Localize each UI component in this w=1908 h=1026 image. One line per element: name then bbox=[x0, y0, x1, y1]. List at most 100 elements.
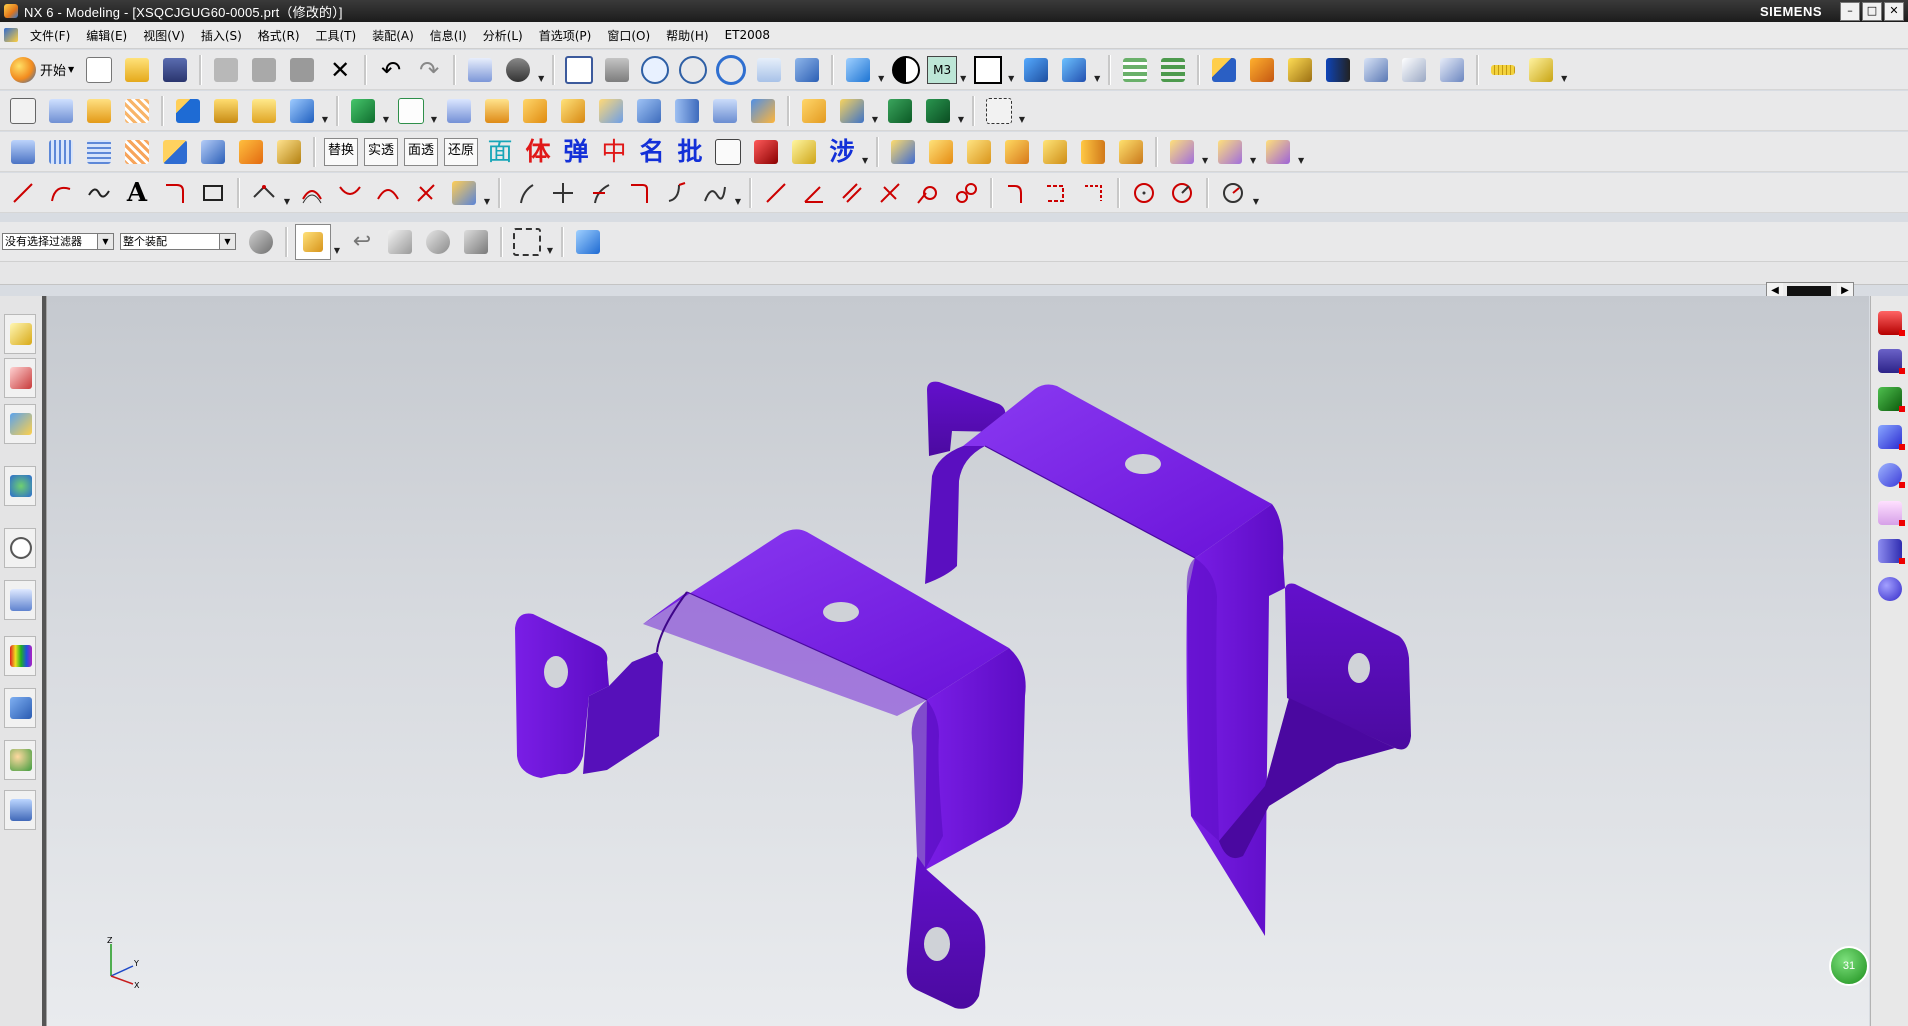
surface-button-3[interactable] bbox=[82, 135, 116, 169]
snap-point-dropdown[interactable]: ▼ bbox=[333, 225, 341, 259]
surface-button-5[interactable] bbox=[158, 135, 192, 169]
rectangle-select-button[interactable] bbox=[510, 225, 544, 259]
spring-command-button[interactable]: 弹 bbox=[560, 136, 592, 168]
cut-button[interactable] bbox=[209, 53, 243, 87]
body-command-button[interactable]: 体 bbox=[522, 136, 554, 168]
type-filter-select[interactable]: 没有选择过滤器 ▼ bbox=[2, 233, 114, 250]
blend-button[interactable] bbox=[442, 94, 476, 128]
gauge-dropdown[interactable]: ▼ bbox=[1252, 176, 1260, 210]
unite-button[interactable] bbox=[883, 94, 917, 128]
start-button[interactable]: 开始 ▼ bbox=[6, 53, 78, 87]
binoculars-button[interactable] bbox=[501, 53, 535, 87]
layer-settings-button[interactable] bbox=[1118, 53, 1152, 87]
subtract-button[interactable] bbox=[921, 94, 955, 128]
assembly-op-button-3[interactable] bbox=[1261, 135, 1295, 169]
palette-tab[interactable] bbox=[4, 636, 36, 676]
close-window-button[interactable]: ✕ bbox=[1884, 2, 1904, 21]
divide-curve-button[interactable] bbox=[622, 176, 656, 210]
curve-offset-button[interactable] bbox=[295, 176, 329, 210]
red-box-button[interactable] bbox=[749, 135, 783, 169]
menu-app-icon[interactable] bbox=[4, 28, 18, 42]
render-style-button[interactable] bbox=[889, 53, 923, 87]
menu-window[interactable]: 窗口(O) bbox=[600, 27, 659, 44]
menu-preferences[interactable]: 首选项(P) bbox=[532, 27, 601, 44]
paste-button[interactable] bbox=[285, 53, 319, 87]
selection-scope-select[interactable]: 整个装配 ▼ bbox=[120, 233, 236, 250]
face-command-button[interactable]: 面 bbox=[484, 136, 516, 168]
web-browser-tab[interactable] bbox=[4, 466, 36, 506]
cube-op-button-6[interactable] bbox=[1076, 135, 1110, 169]
sketch-corner-button[interactable] bbox=[1038, 176, 1072, 210]
sketch-line-button[interactable] bbox=[759, 176, 793, 210]
menu-assemblies[interactable]: 装配(A) bbox=[365, 27, 423, 44]
rectangle-select-dropdown[interactable]: ▼ bbox=[546, 225, 554, 259]
gauge-button[interactable] bbox=[1216, 176, 1250, 210]
front-bracket[interactable] bbox=[515, 529, 1026, 1009]
surface-button-6[interactable] bbox=[196, 135, 230, 169]
arrow-button[interactable] bbox=[1321, 53, 1355, 87]
sketch-fillet-button[interactable] bbox=[1000, 176, 1034, 210]
intersection-curve-button[interactable] bbox=[447, 176, 481, 210]
measure-dropdown[interactable]: ▼ bbox=[1560, 53, 1568, 87]
pan-button[interactable] bbox=[752, 53, 786, 87]
part-model[interactable] bbox=[47, 296, 1869, 1026]
center-command-button[interactable]: 中 bbox=[598, 136, 630, 168]
replace-button[interactable]: 替换 bbox=[324, 137, 359, 166]
draft-button[interactable] bbox=[556, 94, 590, 128]
menu-view[interactable]: 视图(V) bbox=[136, 27, 194, 44]
wave-command-button[interactable]: 涉 bbox=[826, 136, 858, 168]
extend-curve-button[interactable] bbox=[584, 176, 618, 210]
t-part-button[interactable] bbox=[1877, 346, 1905, 376]
sketch-button[interactable] bbox=[6, 94, 40, 128]
restore-button[interactable]: 还原 bbox=[444, 137, 479, 166]
view-cube-dropdown[interactable]: ▼ bbox=[877, 53, 885, 87]
select-button[interactable] bbox=[1397, 53, 1431, 87]
undo-selection-button[interactable]: ↩ bbox=[345, 225, 379, 259]
work-layer-button[interactable]: M3 bbox=[927, 55, 958, 84]
offset-face-button[interactable] bbox=[670, 94, 704, 128]
shell-button[interactable] bbox=[518, 94, 552, 128]
pin-button[interactable] bbox=[1877, 536, 1905, 566]
wcs-button[interactable] bbox=[1019, 53, 1053, 87]
assembly-op-button-2[interactable] bbox=[1213, 135, 1247, 169]
surface-button-1[interactable] bbox=[6, 135, 40, 169]
join-curve-button[interactable] bbox=[371, 176, 405, 210]
thicken-button[interactable] bbox=[746, 94, 780, 128]
delete-button[interactable]: ✕ bbox=[323, 53, 357, 87]
scroll-thumb[interactable] bbox=[1787, 286, 1831, 296]
zoom-in-out-button[interactable] bbox=[676, 53, 710, 87]
sketch-angle-button[interactable] bbox=[797, 176, 831, 210]
plane-sketch-dropdown[interactable]: ▼ bbox=[430, 94, 438, 128]
move-to-layer-button[interactable] bbox=[1156, 53, 1190, 87]
block-button[interactable] bbox=[171, 94, 205, 128]
bridge-curve-button[interactable] bbox=[333, 176, 367, 210]
boss-button[interactable] bbox=[247, 94, 281, 128]
status-badge[interactable]: 31 bbox=[1829, 946, 1869, 986]
sketch-circles-button[interactable] bbox=[949, 176, 983, 210]
curve-length-button[interactable] bbox=[660, 176, 694, 210]
menu-tools[interactable]: 工具(T) bbox=[309, 27, 366, 44]
menu-format[interactable]: 格式(R) bbox=[251, 27, 309, 44]
hole-button[interactable] bbox=[209, 94, 243, 128]
constraint-navigator-tab[interactable] bbox=[4, 358, 36, 398]
key-button[interactable] bbox=[1877, 308, 1905, 338]
arc-button[interactable] bbox=[44, 176, 78, 210]
measure-button[interactable] bbox=[1435, 53, 1469, 87]
select-edge-button[interactable] bbox=[421, 225, 455, 259]
graphics-window[interactable]: Z Y X 31 bbox=[47, 296, 1869, 1026]
minimize-button[interactable]: – bbox=[1840, 2, 1860, 21]
rectangle-button[interactable] bbox=[196, 176, 230, 210]
measure-angle-button[interactable] bbox=[1524, 53, 1558, 87]
intersect-dropdown[interactable]: ▼ bbox=[1018, 94, 1026, 128]
text-button[interactable]: A bbox=[120, 176, 154, 210]
extrude-button[interactable] bbox=[44, 94, 78, 128]
subtract-dropdown[interactable]: ▼ bbox=[957, 94, 965, 128]
line-button[interactable] bbox=[6, 176, 40, 210]
menu-file[interactable]: 文件(F) bbox=[23, 27, 79, 44]
sketch-trim-button[interactable] bbox=[1076, 176, 1110, 210]
feature-ops-dropdown[interactable]: ▼ bbox=[382, 94, 390, 128]
rotate-button[interactable] bbox=[714, 53, 748, 87]
face-transparent-button[interactable]: 面透 bbox=[404, 137, 439, 166]
save-button[interactable] bbox=[158, 53, 192, 87]
csys-button[interactable] bbox=[1057, 53, 1091, 87]
